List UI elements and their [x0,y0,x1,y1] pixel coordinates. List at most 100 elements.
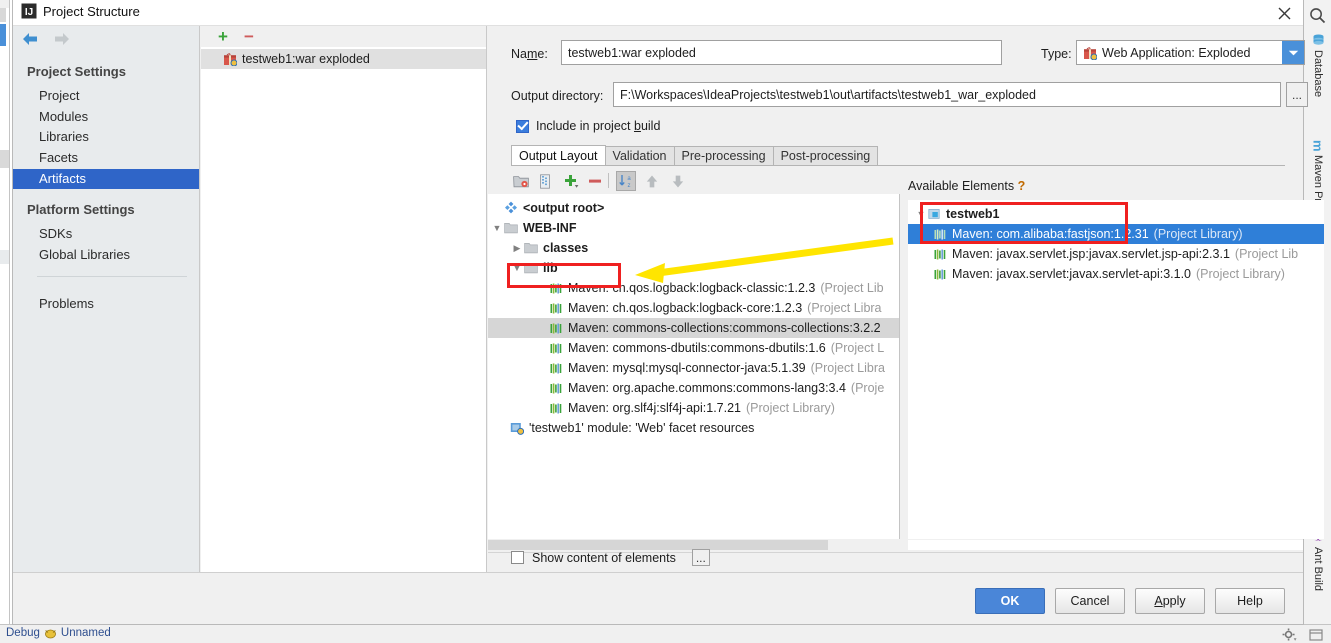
tree-twisty-collapsed[interactable]: ▶ [510,243,524,254]
settings-gear-icon[interactable] [1282,627,1297,642]
include-in-project-build-checkbox[interactable]: Include in project build [516,119,660,133]
tree-row-classes[interactable]: ▶ classes [488,238,899,258]
tree-row-label: Maven: commons-collections:commons-colle… [568,321,881,335]
facet-icon [510,423,524,435]
tree-row-module[interactable]: ▼ testweb1 [908,204,1324,224]
output-directory-input[interactable]: F:\Workspaces\IdeaProjects\testweb1\out\… [613,82,1281,107]
sidebar-item-facets[interactable]: Facets [13,148,199,168]
add-copy-icon[interactable] [561,171,581,191]
tree-twisty-expanded[interactable]: ▼ [490,223,504,233]
name-input[interactable]: testweb1:war exploded [561,40,1002,65]
tree-twisty-expanded[interactable]: ▼ [914,209,928,219]
create-archive-icon[interactable] [535,171,555,191]
help-button[interactable]: Help [1215,588,1285,614]
tree-row-library[interactable]: Maven: org.slf4j:slf4j-api:1.7.21 (Proje… [488,398,899,418]
tree-row-label: testweb1 [946,207,1000,221]
sidebar-item-project[interactable]: Project [13,86,199,106]
tree-row-available[interactable]: Maven: javax.servlet:javax.servlet-api:3… [908,264,1324,284]
back-arrow-icon[interactable] [21,31,39,47]
tab-pre-processing[interactable]: Pre-processing [673,146,774,166]
name-label: Name: [511,47,548,61]
tab-post-processing[interactable]: Post-processing [772,146,879,166]
close-icon[interactable] [1273,3,1295,23]
tree-row-label: Maven: javax.servlet:javax.servlet-api:3… [952,267,1191,281]
tree-row-label: Maven: org.apache.commons:commons-lang3:… [568,381,846,395]
tree-row-library-selected[interactable]: Maven: commons-collections:commons-colle… [488,318,899,338]
scrollbar-thumb[interactable] [908,540,1303,550]
ide-left-divider [9,0,10,625]
tree-row-label: Maven: ch.qos.logback:logback-classic:1.… [568,281,816,295]
database-icon [1313,34,1323,45]
tree-row-library[interactable]: Maven: mysql:mysql-connector-java:5.1.39… [488,358,899,378]
artifact-list-item[interactable]: testweb1:war exploded [201,49,486,69]
library-icon [934,229,946,239]
apply-button[interactable]: Apply [1135,588,1205,614]
tree-splitter[interactable] [899,194,900,539]
show-content-options-button[interactable]: ... [691,549,710,566]
tree-row-lib[interactable]: ▼ lib [488,258,899,278]
intellij-idea-icon: IJ [21,3,37,19]
remove-artifact-button[interactable]: − [244,28,254,45]
tree-row-label: lib [543,261,558,275]
browse-output-directory-button[interactable]: ... [1286,82,1308,107]
sidebar-item-sdks[interactable]: SDKs [13,224,199,244]
apply-button-mnemonic: A [1154,594,1163,608]
tab-output-layout[interactable]: Output Layout [511,145,606,166]
search-icon[interactable] [1308,6,1327,25]
available-tree-hscrollbar[interactable] [908,539,1303,551]
output-layout-tree[interactable]: <output root> ▼ WEB-INF ▶ classes ▼ lib … [488,194,899,539]
tree-row-dim: (Project Library) [746,401,835,415]
tree-row-label: Maven: ch.qos.logback:logback-core:1.2.3 [568,301,803,315]
available-elements-tree[interactable]: ▼ testweb1 Maven: com.alibaba:fastjson:1… [908,200,1324,539]
tree-row-dim: (Project Libra [810,361,885,375]
tree-row-web-inf[interactable]: ▼ WEB-INF [488,218,899,238]
ide-left-toolwindow-strip [0,0,12,625]
folder-icon [524,243,538,254]
sidebar-item-libraries[interactable]: Libraries [13,127,199,147]
sort-alphabetically-icon[interactable]: a z [616,171,636,191]
tab-validation[interactable]: Validation [604,146,675,166]
tree-row-available-selected[interactable]: Maven: com.alibaba:fastjson:1.2.31 (Proj… [908,224,1324,244]
ok-button[interactable]: OK [975,588,1045,614]
sidebar-item-problems[interactable]: Problems [13,294,199,314]
tree-twisty-expanded[interactable]: ▼ [510,263,524,273]
tab-underline [511,165,1285,166]
layout-toggle-icon[interactable] [1309,628,1323,642]
sidebar-item-modules[interactable]: Modules [13,107,199,127]
artifact-icon [224,53,237,66]
tree-row-label: Maven: org.slf4j:slf4j-api:1.7.21 [568,401,742,415]
tree-row-library[interactable]: Maven: org.apache.commons:commons-lang3:… [488,378,899,398]
tree-row-library[interactable]: Maven: commons-dbutils:commons-dbutils:1… [488,338,899,358]
help-icon[interactable]: ? [1018,179,1026,193]
available-elements-label: Available Elements [908,179,1015,193]
folder-icon [504,223,518,234]
tree-row-dim: (Project Libra [807,301,882,315]
create-directory-icon[interactable] [511,171,531,191]
tree-row-label: Maven: javax.servlet.jsp:javax.servlet.j… [952,247,1230,261]
tree-row-available[interactable]: Maven: javax.servlet.jsp:javax.servlet.j… [908,244,1324,264]
tree-row-library[interactable]: Maven: ch.qos.logback:logback-classic:1.… [488,278,899,298]
add-artifact-button[interactable]: + [218,28,228,45]
tree-row-label: WEB-INF [523,221,577,235]
screen: ls Database m Maven Projects [0,0,1331,643]
type-combobox[interactable]: Web Application: Exploded [1076,40,1305,65]
tool-tab-database[interactable]: Database [1307,34,1329,126]
chevron-down-icon[interactable] [1282,41,1304,64]
status-debug-section[interactable]: Debug Unnamed [6,627,111,639]
module-icon [928,209,940,219]
maven-icon: m [1310,140,1326,152]
remove-icon[interactable] [585,171,605,191]
sidebar-item-global-libraries[interactable]: Global Libraries [13,245,199,265]
show-content-of-elements-row: Show content of elements ... [511,549,710,566]
tool-tab-database-label: Database [1312,50,1324,98]
move-up-icon [642,171,662,191]
tree-row-library[interactable]: Maven: ch.qos.logback:logback-core:1.2.3… [488,298,899,318]
tree-row-output-root[interactable]: <output root> [488,198,899,218]
tree-row-facet-resources[interactable]: 'testweb1' module: 'Web' facet resources [488,418,899,438]
artifact-editor-panel: Name: testweb1:war exploded Type: Web Ap… [488,26,1324,572]
cancel-button[interactable]: Cancel [1055,588,1125,614]
sidebar-item-artifacts[interactable]: Artifacts [13,169,199,189]
show-content-checkbox[interactable] [511,551,524,564]
dialog-button-row: OK Cancel Apply Help [975,588,1285,614]
tool-tab-ant-build[interactable]: ☣ Ant Build [1307,530,1329,620]
